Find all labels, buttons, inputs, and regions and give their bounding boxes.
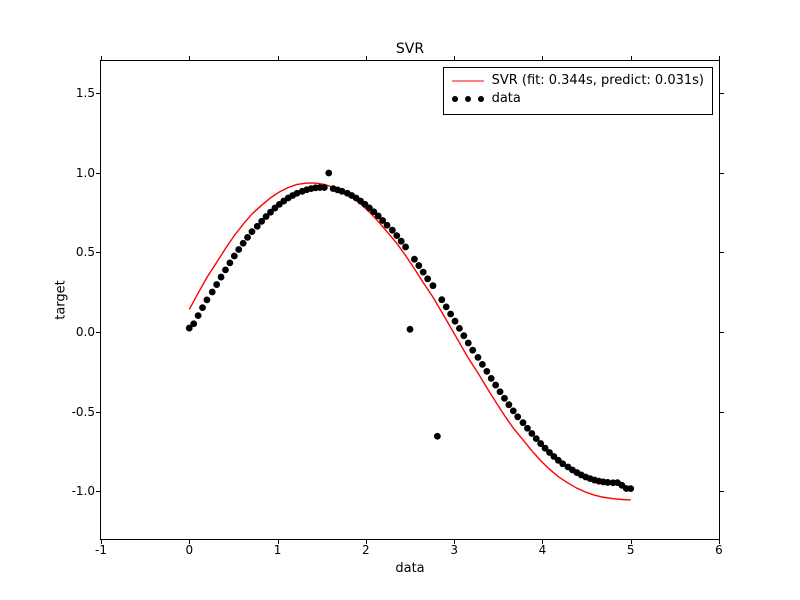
y-tick-label: 1.0 — [76, 166, 95, 180]
data-point — [249, 228, 256, 235]
data-point — [465, 340, 472, 347]
data-point — [407, 326, 414, 333]
x-tick-label: 4 — [539, 543, 547, 557]
line-icon — [452, 81, 484, 82]
data-point — [411, 256, 418, 263]
legend-entry-svr: SVR (fit: 0.344s, predict: 0.031s) — [452, 72, 704, 90]
data-point — [398, 238, 405, 245]
data-point — [415, 262, 422, 269]
x-tick-label: 0 — [185, 543, 193, 557]
data-point — [528, 430, 535, 437]
x-tick-label: 3 — [450, 543, 458, 557]
data-point — [321, 184, 328, 191]
figure: SVR data target SVR (fit: 0.344s, predic… — [0, 0, 800, 600]
data-point — [483, 368, 490, 375]
data-point — [393, 232, 400, 239]
y-tick-label: -1.0 — [72, 484, 95, 498]
data-point — [510, 408, 517, 415]
data-point — [384, 222, 391, 229]
data-point — [479, 361, 486, 368]
x-tick-label: 2 — [362, 543, 370, 557]
data-point — [475, 354, 482, 361]
scatter-series — [186, 170, 634, 492]
x-tick-label: 1 — [274, 543, 282, 557]
data-point — [209, 289, 216, 296]
legend-entry-data: data — [452, 90, 704, 108]
plot-title: SVR — [396, 41, 424, 57]
data-point — [231, 253, 238, 260]
data-point — [190, 320, 197, 327]
data-point — [627, 485, 634, 492]
data-point — [235, 246, 242, 253]
dots-icon — [452, 96, 484, 102]
data-point — [434, 433, 441, 440]
y-tick-label: 0.0 — [76, 325, 95, 339]
data-point — [492, 382, 499, 389]
legend: SVR (fit: 0.344s, predict: 0.031s) data — [443, 67, 713, 115]
y-tick-label: -0.5 — [72, 405, 95, 419]
data-point — [514, 413, 521, 420]
x-tick-label: 5 — [627, 543, 635, 557]
y-axis-label: target — [53, 280, 68, 320]
data-point — [218, 274, 225, 281]
data-point — [524, 425, 531, 432]
svr-line — [189, 183, 630, 500]
data-point — [443, 303, 450, 310]
data-point — [520, 419, 527, 426]
y-tick-label: 1.5 — [76, 86, 95, 100]
data-point — [222, 266, 229, 273]
data-point — [469, 347, 476, 354]
plot-layer — [101, 61, 719, 539]
data-point — [402, 244, 409, 251]
legend-swatch-dots — [452, 92, 484, 106]
legend-label: SVR (fit: 0.344s, predict: 0.031s) — [492, 72, 704, 90]
data-point — [438, 296, 445, 303]
data-point — [213, 281, 220, 288]
data-point — [447, 311, 454, 318]
y-tick-label: 0.5 — [76, 245, 95, 259]
data-point — [325, 170, 332, 177]
data-point — [227, 259, 234, 266]
data-point — [204, 296, 211, 303]
data-point — [195, 312, 202, 319]
data-point — [460, 332, 467, 339]
data-point — [389, 227, 396, 234]
data-point — [488, 375, 495, 382]
data-point — [240, 240, 247, 247]
data-point — [420, 269, 427, 276]
data-point — [424, 275, 431, 282]
plot-axes: SVR data target SVR (fit: 0.344s, predic… — [100, 60, 720, 540]
legend-swatch-line — [452, 74, 484, 88]
data-point — [452, 318, 459, 325]
x-tick-label: 6 — [715, 543, 723, 557]
data-point — [244, 234, 251, 241]
x-axis-label: data — [395, 561, 424, 576]
legend-label: data — [492, 90, 521, 108]
data-point — [505, 401, 512, 408]
x-tick-label: -1 — [95, 543, 107, 557]
data-point — [456, 325, 463, 332]
data-point — [497, 388, 504, 395]
data-point — [430, 282, 437, 289]
data-point — [501, 395, 508, 402]
data-point — [199, 304, 206, 311]
